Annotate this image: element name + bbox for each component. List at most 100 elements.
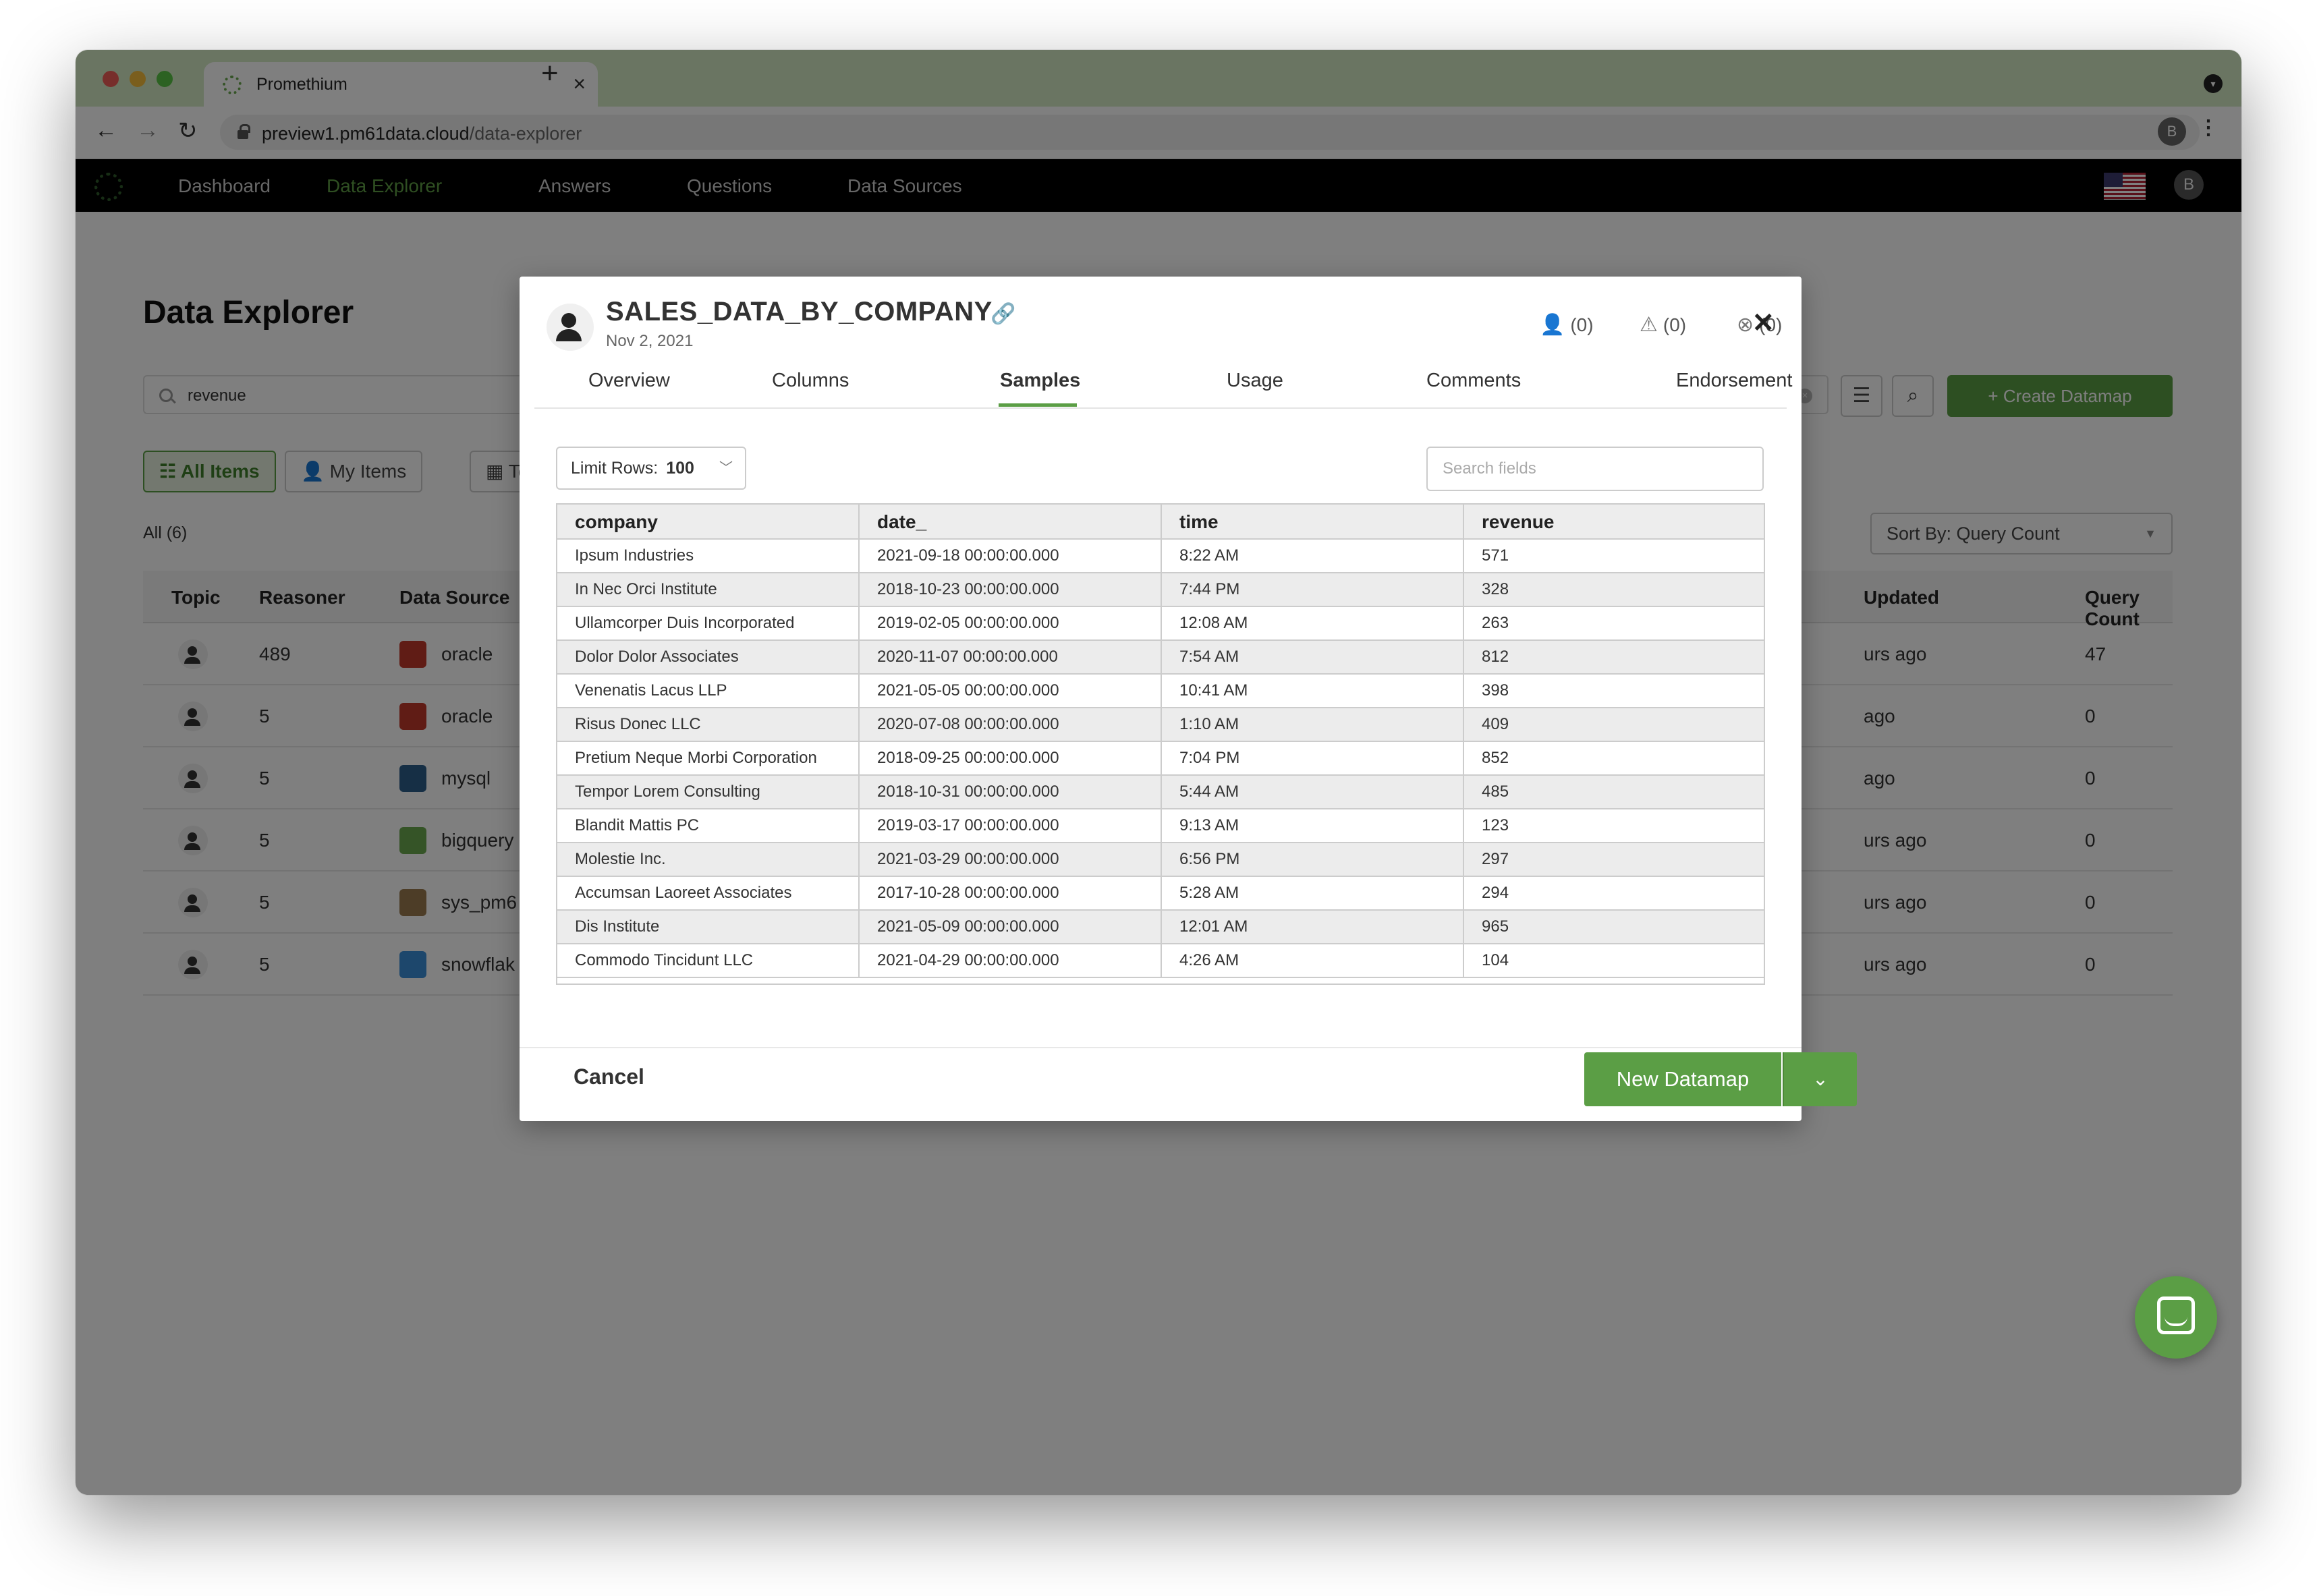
cell-time: 12:08 AM — [1162, 607, 1464, 639]
modal-tabs: Overview Columns Samples Usage Comments … — [534, 363, 1793, 409]
tab-columns[interactable]: Columns — [772, 370, 849, 392]
cell-time: 6:56 PM — [1162, 843, 1464, 876]
cell-time: 9:13 AM — [1162, 809, 1464, 842]
warning-icon: ⚠ — [1640, 314, 1658, 336]
cell-revenue: 294 — [1482, 884, 1509, 902]
cell-date: 2019-02-05 00:00:00.000 — [860, 607, 1162, 639]
cell-time: 5:28 AM — [1162, 877, 1464, 909]
endorsements-stat[interactable]: 👤 (0) — [1540, 313, 1594, 337]
warnings-stat[interactable]: ⚠ (0) — [1640, 313, 1686, 337]
browser-window: Promethium × + ▾ ← → ↻ preview1.pm61data… — [76, 50, 2241, 1495]
sample-row: Ullamcorper Duis Incorporated 2019-02-05 … — [557, 607, 1764, 641]
cell-revenue: 328 — [1482, 580, 1509, 598]
new-datamap-options-button[interactable]: ⌄ — [1783, 1052, 1857, 1106]
cell-company: Blandit Mattis PC — [557, 809, 860, 842]
col-time[interactable]: time — [1162, 505, 1464, 540]
modal-overlay[interactable]: SALES_DATA_BY_COMPANY 🔗 Nov 2, 2021 👤 (0)… — [76, 50, 2241, 1495]
cell-company: Accumsan Laoreet Associates — [557, 877, 860, 909]
new-datamap-button[interactable]: New Datamap — [1584, 1052, 1781, 1106]
cell-date: 2017-10-28 00:00:00.000 — [860, 877, 1162, 909]
cell-revenue: 812 — [1482, 648, 1509, 666]
modal-footer-divider — [520, 1047, 1802, 1048]
cell-time: 12:01 AM — [1162, 911, 1464, 943]
cell-time: 4:26 AM — [1162, 944, 1464, 977]
limit-rows-dropdown[interactable]: Limit Rows: 100 ﹀ — [556, 447, 746, 490]
cell-date: 2019-03-17 00:00:00.000 — [860, 809, 1162, 842]
cell-revenue: 123 — [1482, 816, 1509, 834]
cell-company: Tempor Lorem Consulting — [557, 776, 860, 808]
tab-overview[interactable]: Overview — [588, 370, 670, 392]
cell-time: 10:41 AM — [1162, 675, 1464, 707]
cell-company: Dis Institute — [557, 911, 860, 943]
sample-row: Risus Donec LLC 2020-07-08 00:00:00.000 1:… — [557, 708, 1764, 742]
cell-time: 7:04 PM — [1162, 742, 1464, 774]
sample-row: Venenatis Lacus LLP 2021-05-05 00:00:00.0… — [557, 675, 1764, 708]
cell-revenue: 965 — [1482, 917, 1509, 936]
col-company[interactable]: company — [557, 505, 860, 540]
samples-header: company date_ time revenue — [557, 505, 1764, 540]
tab-usage[interactable]: Usage — [1227, 370, 1283, 392]
cell-time: 7:44 PM — [1162, 573, 1464, 606]
cell-revenue: 263 — [1482, 614, 1509, 632]
cell-revenue: 852 — [1482, 749, 1509, 767]
close-icon[interactable]: ✕ — [1752, 308, 1775, 339]
cancel-button[interactable]: Cancel — [574, 1064, 644, 1089]
tab-comments[interactable]: Comments — [1426, 370, 1521, 392]
cell-date: 2021-03-29 00:00:00.000 — [860, 843, 1162, 876]
cell-revenue: 485 — [1482, 782, 1509, 801]
cell-company: Venenatis Lacus LLP — [557, 675, 860, 707]
cell-company: Dolor Dolor Associates — [557, 641, 860, 673]
sample-row: Tempor Lorem Consulting 2018-10-31 00:00:… — [557, 776, 1764, 809]
sample-row: Accumsan Laoreet Associates 2017-10-28 00… — [557, 877, 1764, 911]
active-tab-indicator — [999, 403, 1077, 407]
chat-support-button[interactable] — [2135, 1276, 2217, 1359]
cell-date: 2021-05-09 00:00:00.000 — [860, 911, 1162, 943]
cell-time: 5:44 AM — [1162, 776, 1464, 808]
cell-revenue: 398 — [1482, 681, 1509, 700]
cell-company: Molestie Inc. — [557, 843, 860, 876]
cell-company: Ullamcorper Duis Incorporated — [557, 607, 860, 639]
tab-endorsement[interactable]: Endorsement — [1676, 370, 1793, 392]
cell-revenue: 571 — [1482, 546, 1509, 565]
cell-time: 7:54 AM — [1162, 641, 1464, 673]
dataset-modal: SALES_DATA_BY_COMPANY 🔗 Nov 2, 2021 👤 (0)… — [520, 277, 1857, 1121]
sample-row: Ipsum Industries 2021-09-18 00:00:00.000 8… — [557, 540, 1764, 573]
cell-date: 2020-11-07 00:00:00.000 — [860, 641, 1162, 673]
cell-revenue: 409 — [1482, 715, 1509, 733]
cell-date: 2018-10-23 00:00:00.000 — [860, 573, 1162, 606]
sample-row: Commodo Tincidunt LLC 2021-04-29 00:00:00… — [557, 944, 1764, 978]
cell-company: Commodo Tincidunt LLC — [557, 944, 860, 977]
x-circle-icon: ⊗ — [1737, 314, 1754, 336]
tab-samples[interactable]: Samples — [1000, 370, 1080, 392]
cell-company: In Nec Orci Institute — [557, 573, 860, 606]
search-fields-input[interactable] — [1426, 447, 1764, 491]
cell-date: 2021-05-05 00:00:00.000 — [860, 675, 1162, 707]
col-date[interactable]: date_ — [860, 505, 1162, 540]
sample-row: Molestie Inc. 2021-03-29 00:00:00.000 6:56… — [557, 843, 1764, 877]
cell-revenue: 104 — [1482, 951, 1509, 969]
sample-row: Dis Institute 2021-05-09 00:00:00.000 12:0… — [557, 911, 1764, 944]
modal-title: SALES_DATA_BY_COMPANY — [606, 297, 993, 326]
cell-time: 8:22 AM — [1162, 540, 1464, 572]
chevron-down-icon: ﹀ — [719, 461, 733, 476]
modal-date: Nov 2, 2021 — [606, 332, 694, 350]
owner-avatar-icon — [547, 304, 594, 351]
link-icon[interactable]: 🔗 — [990, 302, 1015, 326]
cell-date: 2021-09-18 00:00:00.000 — [860, 540, 1162, 572]
cell-company: Ipsum Industries — [557, 540, 860, 572]
sample-row: Pretium Neque Morbi Corporation 2018-09-2… — [557, 742, 1764, 776]
cell-date: 2021-04-29 00:00:00.000 — [860, 944, 1162, 977]
samples-table: company date_ time revenue Ipsum Industr… — [556, 503, 1765, 985]
cell-date: 2018-10-31 00:00:00.000 — [860, 776, 1162, 808]
cell-time: 1:10 AM — [1162, 708, 1464, 741]
user-check-icon: 👤 — [1540, 314, 1565, 336]
col-revenue[interactable]: revenue — [1464, 505, 1764, 540]
sample-row: In Nec Orci Institute 2018-10-23 00:00:00… — [557, 573, 1764, 607]
sample-row: Dolor Dolor Associates 2020-11-07 00:00:0… — [557, 641, 1764, 675]
cell-date: 2018-09-25 00:00:00.000 — [860, 742, 1162, 774]
sample-row: Blandit Mattis PC 2019-03-17 00:00:00.000… — [557, 809, 1764, 843]
cell-company: Risus Donec LLC — [557, 708, 860, 741]
cell-date: 2020-07-08 00:00:00.000 — [860, 708, 1162, 741]
cell-revenue: 297 — [1482, 850, 1509, 868]
cell-company: Pretium Neque Morbi Corporation — [557, 742, 860, 774]
